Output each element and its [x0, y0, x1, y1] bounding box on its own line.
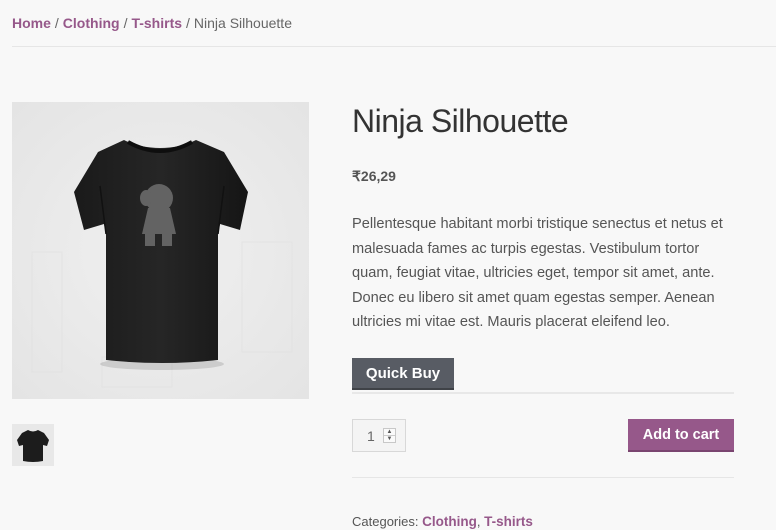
breadcrumb-link-clothing[interactable]: Clothing [63, 15, 120, 31]
meta-divider [352, 477, 734, 478]
category-link-tshirts[interactable]: T-shirts [484, 514, 533, 529]
breadcrumb-separator: / [54, 15, 59, 31]
product-price: ₹26,29 [352, 168, 396, 184]
breadcrumb-link-home[interactable]: Home [12, 15, 51, 31]
breadcrumb-separator: / [123, 15, 128, 31]
add-to-cart-button[interactable]: Add to cart [628, 419, 734, 452]
categories-label: Categories: [352, 514, 419, 529]
tshirt-image-icon [12, 102, 309, 399]
product-title: Ninja Silhouette [352, 103, 569, 139]
spin-up-icon[interactable]: ▲ [384, 429, 395, 436]
category-link-clothing[interactable]: Clothing [422, 514, 477, 529]
product-categories: Categories: Clothing, T-shirts [352, 514, 533, 529]
product-thumbnail[interactable] [12, 424, 54, 466]
breadcrumb-current: Ninja Silhouette [193, 15, 292, 31]
breadcrumb-divider [12, 46, 776, 47]
quantity-spinner[interactable]: ▲ ▼ [383, 428, 396, 443]
breadcrumb-link-tshirts[interactable]: T-shirts [131, 15, 182, 31]
quantity-input[interactable]: 1 [367, 428, 375, 444]
quantity-stepper[interactable]: 1 ▲ ▼ [352, 419, 406, 452]
categories-separator: , [476, 514, 481, 529]
spin-down-icon[interactable]: ▼ [384, 436, 395, 442]
quick-buy-divider [352, 392, 734, 394]
product-description: Pellentesque habitant morbi tristique se… [352, 216, 723, 331]
breadcrumb-separator: / [186, 15, 190, 31]
breadcrumb: Home / Clothing / T-shirts / Ninja Silhouette [12, 15, 292, 31]
quick-buy-button[interactable]: Quick Buy [352, 358, 454, 390]
tshirt-thumbnail-icon [12, 424, 54, 466]
product-main-image[interactable] [12, 102, 309, 399]
